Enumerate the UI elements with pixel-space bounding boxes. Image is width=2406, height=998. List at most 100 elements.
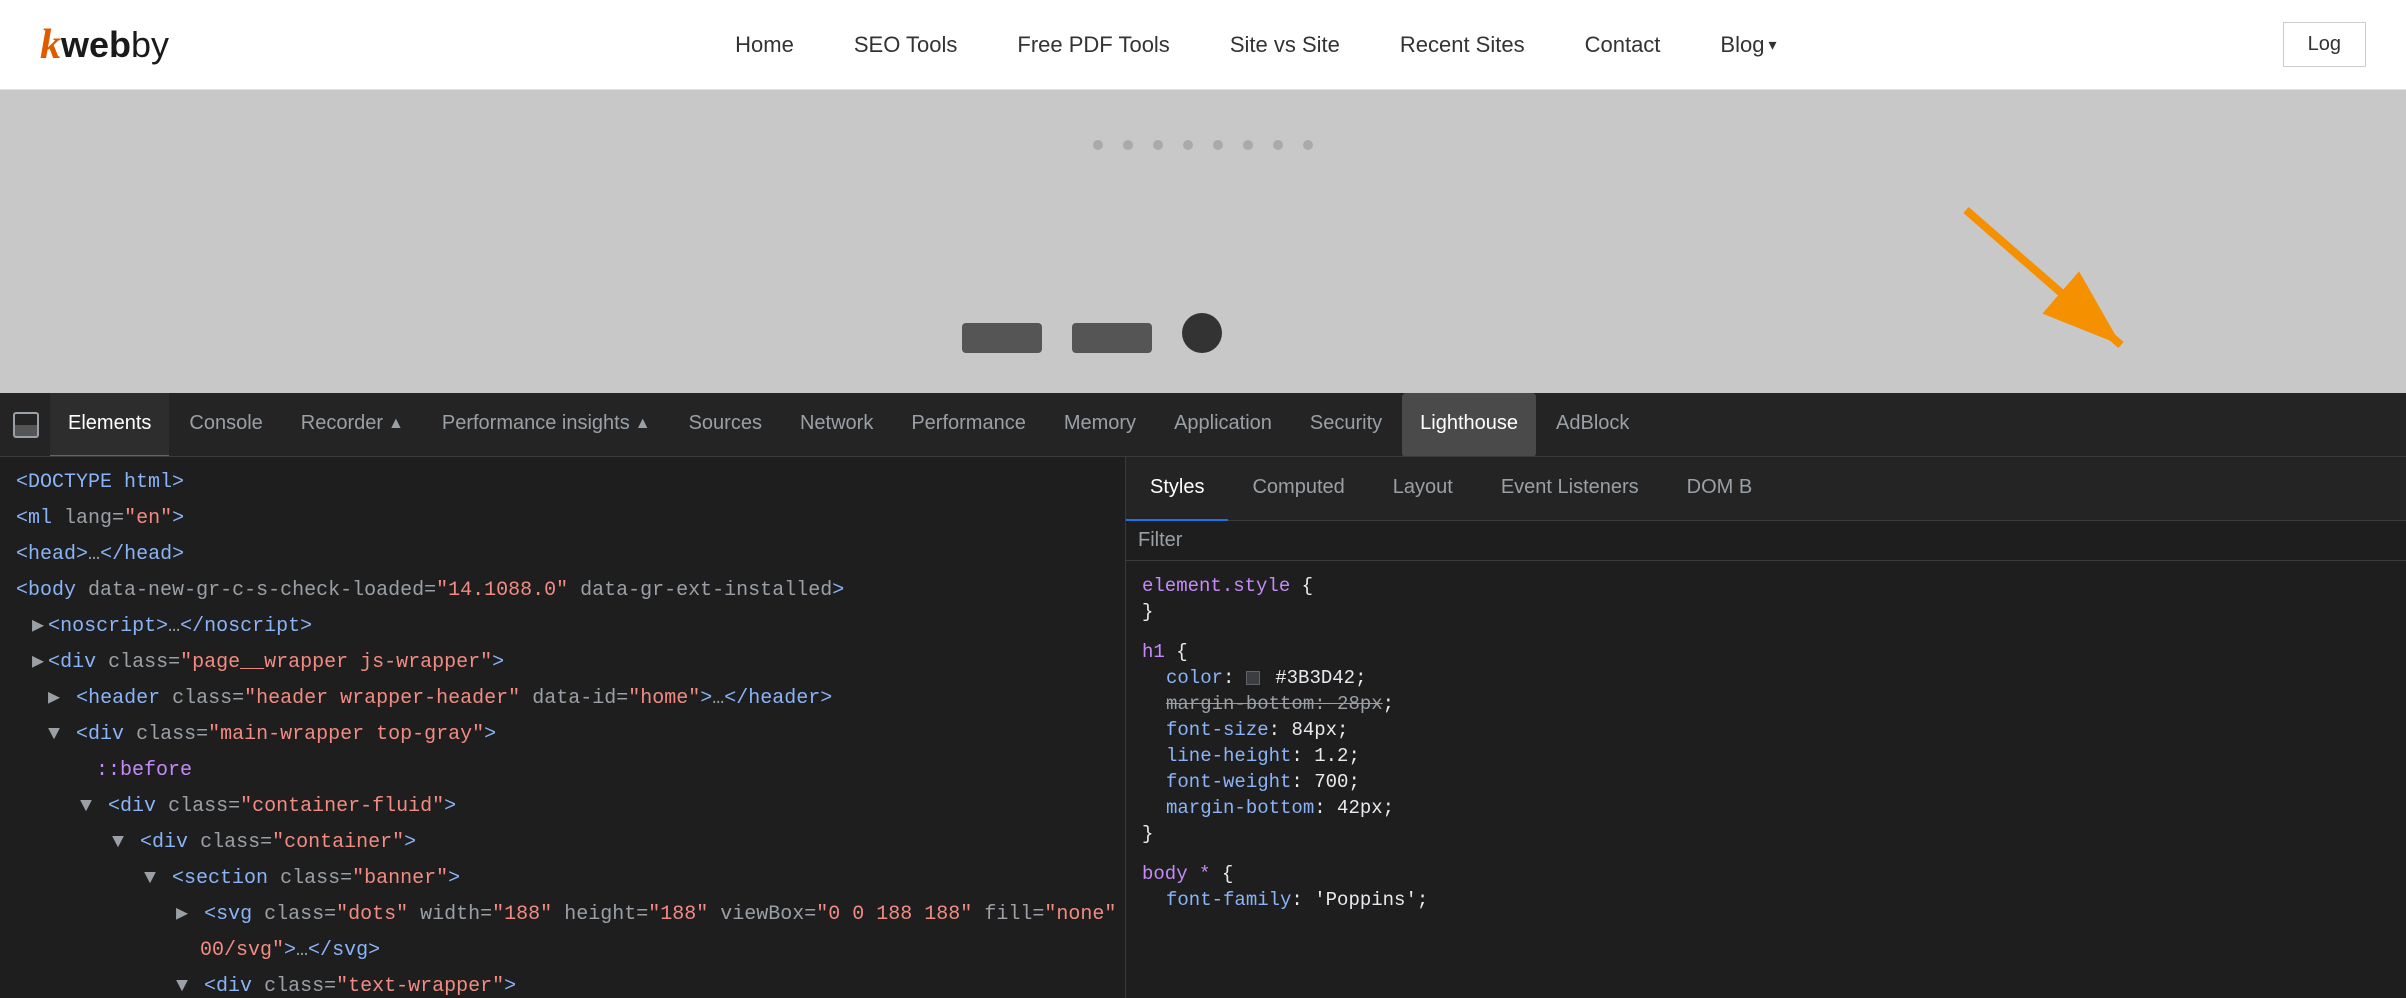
html-line: 00/svg">…</svg> xyxy=(0,933,1125,969)
tab-styles-label: Styles xyxy=(1150,476,1204,499)
chevron-down-icon: ▾ xyxy=(1768,35,1776,55)
styles-content: element.style { } h1 { color: #3B3D42; xyxy=(1126,561,2406,998)
html-line: <body data-new-gr-c-s-check-loaded="14.1… xyxy=(0,573,1125,609)
tab-lighthouse-label: Lighthouse xyxy=(1420,412,1518,435)
nav-recent-sites[interactable]: Recent Sites xyxy=(1400,32,1525,58)
recorder-badge-icon: ▲ xyxy=(388,415,404,433)
tab-adblock-label: AdBlock xyxy=(1556,412,1629,435)
logo-web: web xyxy=(61,24,131,66)
html-line: ::before xyxy=(0,753,1125,789)
dot xyxy=(1123,140,1133,150)
tab-styles[interactable]: Styles xyxy=(1126,457,1228,521)
tab-memory[interactable]: Memory xyxy=(1046,393,1154,457)
tab-application[interactable]: Application xyxy=(1156,393,1290,457)
html-panel: <DOCTYPE html> <ml lang="en"> <head>…</h… xyxy=(0,457,1126,998)
tab-elements-label: Elements xyxy=(68,412,151,435)
tab-performance-insights[interactable]: Performance insights ▲ xyxy=(424,393,669,457)
css-color-line: color: #3B3D42; xyxy=(1142,665,2390,691)
tab-event-listeners[interactable]: Event Listeners xyxy=(1477,457,1663,521)
css-h1-brace-close: } xyxy=(1142,821,2390,847)
tab-layout-label: Layout xyxy=(1393,476,1453,499)
css-rule-element-style: element.style { } xyxy=(1142,573,2390,625)
color-swatch xyxy=(1246,671,1260,685)
css-line-height-line: line-height: 1.2; xyxy=(1142,743,2390,769)
tab-network-label: Network xyxy=(800,412,873,435)
styles-tabs: Styles Computed Layout Event Listeners D… xyxy=(1126,457,2406,521)
tab-performance[interactable]: Performance xyxy=(893,393,1044,457)
dots-row xyxy=(1093,140,1313,150)
dot xyxy=(1273,140,1283,150)
html-line: <DOCTYPE html> xyxy=(0,465,1125,501)
performance-insights-badge-icon: ▲ xyxy=(635,415,651,433)
tab-dom-b-label: DOM B xyxy=(1687,476,1753,499)
tab-security[interactable]: Security xyxy=(1292,393,1400,457)
nav-blog[interactable]: Blog ▾ xyxy=(1720,32,1776,58)
tab-sources-label: Sources xyxy=(689,412,762,435)
tab-event-listeners-label: Event Listeners xyxy=(1501,476,1639,499)
tab-performance-label: Performance xyxy=(911,412,1026,435)
devtools-content: <DOCTYPE html> <ml lang="en"> <head>…</h… xyxy=(0,457,2406,998)
login-button[interactable]: Log xyxy=(2283,22,2366,67)
arrow-indicator xyxy=(1936,190,2156,375)
tab-elements[interactable]: Elements xyxy=(50,393,169,457)
html-line: <ml lang="en"> xyxy=(0,501,1125,537)
tab-console[interactable]: Console xyxy=(171,393,280,457)
html-line: <head>…</head> xyxy=(0,537,1125,573)
dot xyxy=(1243,140,1253,150)
site-body xyxy=(0,90,2406,393)
website-area: k web by Home SEO Tools Free PDF Tools S… xyxy=(0,0,2406,393)
tab-recorder-label: Recorder xyxy=(301,412,383,435)
logo-by: by xyxy=(131,24,169,66)
css-font-weight-line: font-weight: 700; xyxy=(1142,769,2390,795)
site-header: k web by Home SEO Tools Free PDF Tools S… xyxy=(0,0,2406,90)
filter-label: Filter xyxy=(1138,529,1182,551)
tab-computed[interactable]: Computed xyxy=(1228,457,1368,521)
tab-security-label: Security xyxy=(1310,412,1382,435)
css-font-size-line: font-size: 84px; xyxy=(1142,717,2390,743)
tab-adblock[interactable]: AdBlock xyxy=(1538,393,1647,457)
tab-computed-label: Computed xyxy=(1252,476,1344,499)
filter-bar: Filter xyxy=(1126,521,2406,561)
css-brace-close: } xyxy=(1142,599,2390,625)
tab-layout[interactable]: Layout xyxy=(1369,457,1477,521)
css-margin-bottom-line: margin-bottom: 42px; xyxy=(1142,795,2390,821)
css-h1-selector-line: h1 { xyxy=(1142,639,2390,665)
logo-k: k xyxy=(40,21,61,69)
html-line: ▼ <section class="banner"> xyxy=(0,861,1125,897)
html-line: ▼ <div class="container-fluid"> xyxy=(0,789,1125,825)
css-rule-body-star: body * { font-family: 'Poppins'; xyxy=(1142,861,2390,913)
css-selector-line: element.style { xyxy=(1142,573,2390,599)
dot xyxy=(1093,140,1103,150)
nav-contact[interactable]: Contact xyxy=(1585,32,1661,58)
devtools-panel: Elements Console Recorder ▲ Performance … xyxy=(0,393,2406,998)
css-rule-h1: h1 { color: #3B3D42; margin-bottom: 28px… xyxy=(1142,639,2390,847)
html-line: ▼ <div class="main-wrapper top-gray"> xyxy=(0,717,1125,753)
tab-sources[interactable]: Sources xyxy=(671,393,780,457)
html-line: ▶<noscript>…</noscript> xyxy=(0,609,1125,645)
css-font-family-line: font-family: 'Poppins'; xyxy=(1142,887,2390,913)
tab-memory-label: Memory xyxy=(1064,412,1136,435)
tab-dom-b[interactable]: DOM B xyxy=(1663,457,1777,521)
tab-lighthouse[interactable]: Lighthouse xyxy=(1402,393,1536,457)
nav-home[interactable]: Home xyxy=(735,32,794,58)
tab-network[interactable]: Network xyxy=(782,393,891,457)
tab-application-label: Application xyxy=(1174,412,1272,435)
devtools-tabbar: Elements Console Recorder ▲ Performance … xyxy=(0,393,2406,457)
nav-site-vs-site[interactable]: Site vs Site xyxy=(1230,32,1340,58)
html-line: ▶ <svg class="dots" width="188" height="… xyxy=(0,897,1125,933)
site-nav: Home SEO Tools Free PDF Tools Site vs Si… xyxy=(229,32,2283,58)
dot xyxy=(1303,140,1313,150)
dot xyxy=(1153,140,1163,150)
decorative-bars xyxy=(962,313,1222,353)
tab-recorder[interactable]: Recorder ▲ xyxy=(283,393,422,457)
html-line: ▼ <div class="container"> xyxy=(0,825,1125,861)
nav-pdf-tools[interactable]: Free PDF Tools xyxy=(1017,32,1169,58)
css-body-star-selector-line: body * { xyxy=(1142,861,2390,887)
dot xyxy=(1183,140,1193,150)
tab-console-label: Console xyxy=(189,412,262,435)
html-line: ▼ <div class="text-wrapper"> xyxy=(0,969,1125,998)
nav-seo-tools[interactable]: SEO Tools xyxy=(854,32,958,58)
styles-panel: Styles Computed Layout Event Listeners D… xyxy=(1126,457,2406,998)
dock-icon[interactable] xyxy=(8,407,44,443)
css-margin-bottom-strikethrough-line: margin-bottom: 28px; xyxy=(1142,691,2390,717)
